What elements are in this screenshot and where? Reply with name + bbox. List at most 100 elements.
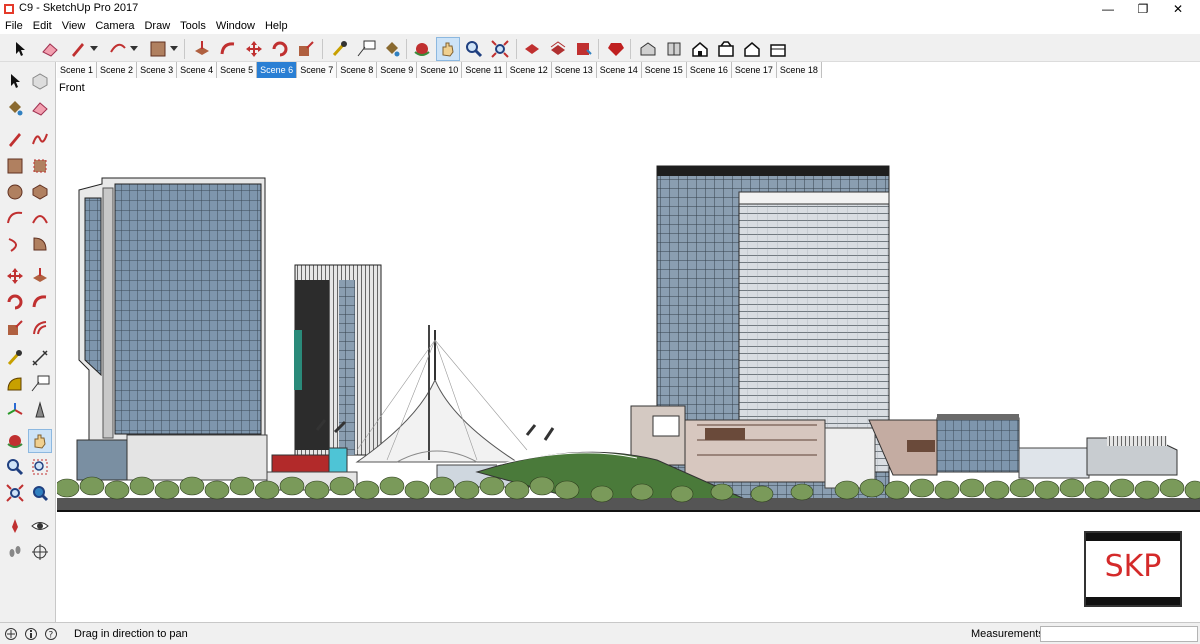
pan-tool-button[interactable] [436, 37, 460, 61]
menu-tools[interactable]: Tools [175, 18, 211, 34]
scene-tab[interactable]: Scene 8 [337, 62, 378, 78]
close-button[interactable]: ✕ [1155, 0, 1200, 18]
text-tool-button[interactable] [354, 37, 378, 61]
rectangle-tool-button[interactable] [146, 37, 170, 61]
zoom-tool-button[interactable] [462, 37, 486, 61]
3d-text-left[interactable] [28, 398, 52, 422]
large-tool-set [0, 62, 56, 622]
scene-tab[interactable]: Scene 15 [641, 62, 687, 78]
scene-tab[interactable]: Scene 2 [97, 62, 138, 78]
measurements-input[interactable] [1040, 626, 1198, 642]
scene-tab[interactable]: Scene 11 [462, 62, 507, 78]
scene-tab[interactable]: Scene 9 [377, 62, 418, 78]
scene-tab[interactable]: Scene 3 [137, 62, 178, 78]
zoom-extents-left[interactable] [3, 481, 27, 505]
scene-tab-active[interactable]: Scene 6 [257, 62, 298, 78]
arc-dropdown-arrow[interactable] [128, 37, 140, 61]
follow-me-left[interactable] [28, 290, 52, 314]
scene-tab[interactable]: Scene 7 [297, 62, 338, 78]
look-around-left[interactable] [28, 514, 52, 538]
scene-tab[interactable]: Scene 16 [686, 62, 732, 78]
paint-bucket-left[interactable] [3, 96, 27, 120]
line-left[interactable] [3, 127, 27, 151]
menu-window[interactable]: Window [211, 18, 260, 34]
orbit-tool-button[interactable] [410, 37, 434, 61]
share-model-button[interactable] [546, 37, 570, 61]
move-tool-button[interactable] [242, 37, 266, 61]
make-component-button[interactable] [28, 69, 52, 93]
arc-tool-button[interactable] [106, 37, 130, 61]
scene-tab[interactable]: Scene 5 [217, 62, 258, 78]
scene-tab[interactable]: Scene 14 [596, 62, 642, 78]
previous-view-left[interactable] [28, 481, 52, 505]
scale-left[interactable] [3, 316, 27, 340]
arc-left[interactable] [3, 206, 27, 230]
walk-left[interactable] [3, 540, 27, 564]
eraser-left[interactable] [28, 96, 52, 120]
left-view-button[interactable] [766, 37, 790, 61]
menu-draw[interactable]: Draw [139, 18, 175, 34]
scene-tab[interactable]: Scene 18 [776, 62, 822, 78]
circle-left[interactable] [3, 180, 27, 204]
extension-warehouse-button[interactable] [604, 37, 628, 61]
right-view-button[interactable] [714, 37, 738, 61]
push-pull-tool-button[interactable] [190, 37, 214, 61]
protractor-left[interactable] [3, 372, 27, 396]
menu-edit[interactable]: Edit [28, 18, 57, 34]
line-dropdown-arrow[interactable] [88, 37, 100, 61]
credits-info-icon[interactable] [24, 627, 38, 641]
help-circle-icon[interactable]: ? [44, 627, 58, 641]
axes-left[interactable] [3, 398, 27, 422]
tape-measure-tool-button[interactable] [328, 37, 352, 61]
select-tool-button[interactable] [8, 37, 32, 61]
move-left[interactable] [3, 264, 27, 288]
back-view-button[interactable] [740, 37, 764, 61]
front-view-button[interactable] [688, 37, 712, 61]
zoom-extents-button[interactable] [488, 37, 512, 61]
menu-camera[interactable]: Camera [90, 18, 139, 34]
scene-tab[interactable]: Scene 17 [731, 62, 777, 78]
push-pull-left[interactable] [28, 264, 52, 288]
pie-left[interactable] [28, 232, 52, 256]
scene-tab[interactable]: Scene 4 [177, 62, 218, 78]
3d-warehouse-button[interactable] [520, 37, 544, 61]
freehand-left[interactable] [28, 127, 52, 151]
line-tool-button[interactable] [66, 37, 90, 61]
scene-tab[interactable]: Scene 1 [57, 62, 98, 78]
component-share-icon [577, 43, 592, 55]
scene-tab[interactable]: Scene 13 [551, 62, 597, 78]
geolocation-icon[interactable] [4, 627, 18, 641]
zoom-left[interactable] [3, 455, 27, 479]
follow-me-tool-button[interactable] [216, 37, 240, 61]
dimension-left[interactable] [28, 346, 52, 370]
pan-left[interactable] [28, 429, 52, 453]
share-component-button[interactable] [572, 37, 596, 61]
paint-bucket-tool-button[interactable] [380, 37, 404, 61]
menu-view[interactable]: View [57, 18, 91, 34]
rotated-rectangle-left[interactable] [28, 154, 52, 178]
model-viewport[interactable]: Front SKP [57, 80, 1200, 622]
rotate-tool-button[interactable] [268, 37, 292, 61]
two-point-arc-left[interactable] [28, 206, 52, 230]
menu-help[interactable]: Help [260, 18, 293, 34]
tape-measure-left[interactable] [3, 346, 27, 370]
orbit-left[interactable] [3, 429, 27, 453]
rotate-left[interactable] [3, 290, 27, 314]
select-tool-left[interactable] [3, 69, 27, 93]
section-plane-left[interactable] [28, 540, 52, 564]
polygon-left[interactable] [28, 180, 52, 204]
position-camera-left[interactable] [3, 514, 27, 538]
menu-file[interactable]: File [0, 18, 28, 34]
zoom-window-left[interactable] [28, 455, 52, 479]
scale-tool-button[interactable] [294, 37, 318, 61]
iso-view-button[interactable] [636, 37, 660, 61]
text-left[interactable] [28, 372, 52, 396]
eraser-tool-button[interactable] [38, 37, 62, 61]
scene-tab[interactable]: Scene 10 [417, 62, 463, 78]
scene-tab[interactable]: Scene 12 [506, 62, 552, 78]
top-view-button[interactable] [662, 37, 686, 61]
offset-left[interactable] [28, 316, 52, 340]
shape-dropdown-arrow[interactable] [168, 37, 180, 61]
three-point-arc-left[interactable] [3, 232, 27, 256]
rectangle-left[interactable] [3, 154, 27, 178]
